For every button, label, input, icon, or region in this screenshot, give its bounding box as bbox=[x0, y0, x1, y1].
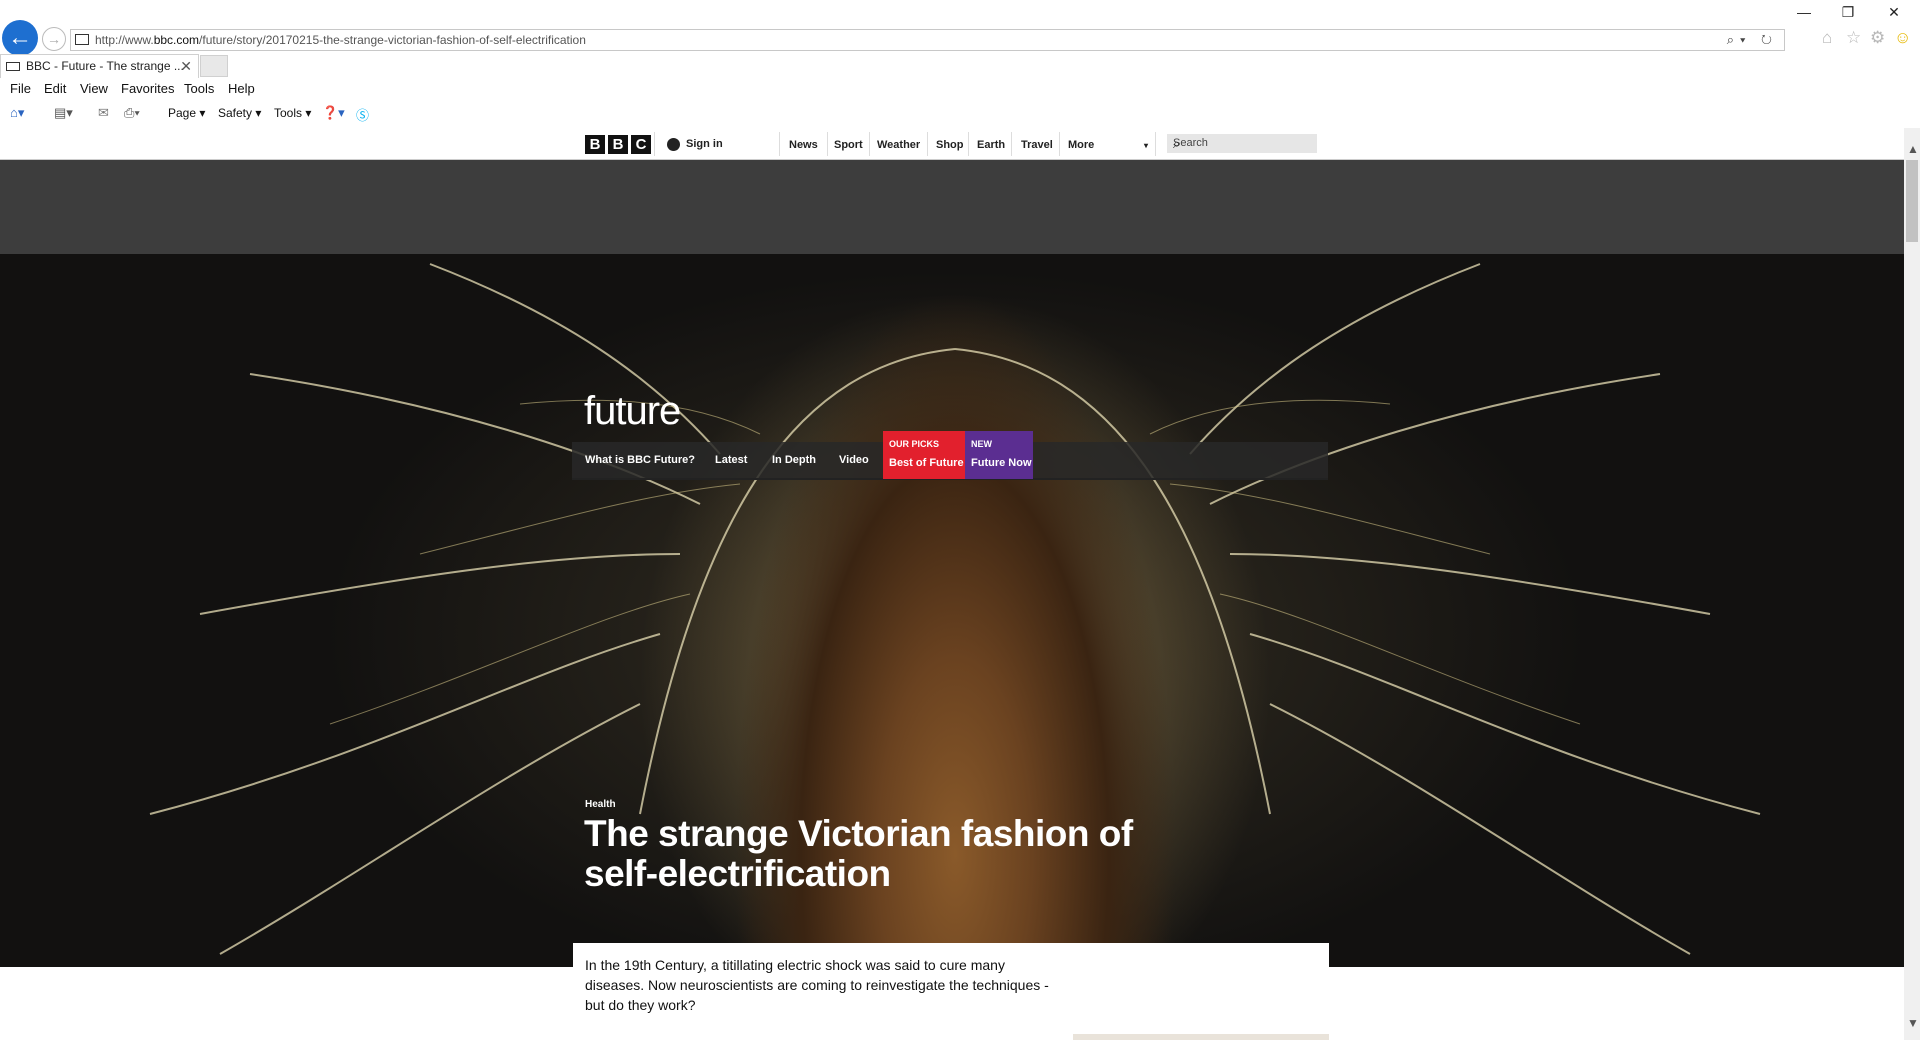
command-bar: ⌂▾ ▤▾ ✉ ⎙▾ Page ▾ Safety ▾ Tools ▾ ❓▾ Ⓢ bbox=[0, 102, 1920, 126]
bbc-logo[interactable]: B B C bbox=[585, 135, 651, 154]
forward-button[interactable]: → bbox=[42, 27, 66, 51]
close-window-button[interactable]: ✕ bbox=[1874, 4, 1914, 21]
search-refresh-icons[interactable]: ⌕▾ ↻ bbox=[1727, 32, 1778, 48]
menu-bar: File Edit View Favorites Tools Help bbox=[0, 78, 1920, 100]
article-summary: In the 19th Century, a titillating elect… bbox=[585, 957, 1049, 1013]
menu-file[interactable]: File bbox=[10, 81, 31, 96]
smiley-feedback-icon[interactable]: ☺ bbox=[1894, 28, 1911, 48]
nav-sport[interactable]: Sport bbox=[834, 139, 863, 151]
help-icon[interactable]: ❓▾ bbox=[322, 105, 345, 121]
print-icon[interactable]: ⎙▾ bbox=[124, 105, 140, 121]
feeds-icon[interactable]: ▤▾ bbox=[54, 105, 73, 121]
article-summary-box: In the 19th Century, a titillating elect… bbox=[573, 943, 1329, 1040]
chevron-down-icon[interactable]: ▾ bbox=[1144, 141, 1148, 150]
nav-shop[interactable]: Shop bbox=[936, 139, 964, 151]
skype-icon[interactable]: Ⓢ bbox=[356, 105, 369, 124]
address-bar[interactable]: http://www.bbc.com/future/story/20170215… bbox=[70, 29, 1785, 51]
menu-edit[interactable]: Edit bbox=[44, 81, 66, 96]
nav-news[interactable]: News bbox=[789, 139, 818, 151]
mail-icon[interactable]: ✉ bbox=[98, 105, 109, 121]
nav-divider bbox=[927, 132, 928, 156]
hero-image: future What is BBC Future? Latest In Dep… bbox=[0, 254, 1904, 967]
tab-favicon bbox=[6, 62, 20, 71]
menu-view[interactable]: View bbox=[80, 81, 108, 96]
back-button[interactable]: ← bbox=[2, 20, 38, 56]
nav-divider bbox=[968, 132, 969, 156]
tab-close-icon[interactable]: ✕ bbox=[180, 58, 192, 75]
inline-image-edge bbox=[1073, 1034, 1329, 1040]
menu-favorites[interactable]: Favorites bbox=[121, 81, 174, 96]
nav-divider bbox=[1011, 132, 1012, 156]
home-icon[interactable]: ⌂ bbox=[1822, 28, 1832, 48]
page-menu-button[interactable]: Page ▾ bbox=[168, 106, 205, 120]
nav-what-is-bbc-future[interactable]: What is BBC Future? bbox=[585, 454, 695, 466]
tab-title: BBC - Future - The strange ... bbox=[26, 59, 184, 73]
sign-in-link[interactable]: Sign in bbox=[667, 134, 723, 154]
nav-divider bbox=[654, 132, 655, 156]
nav-earth[interactable]: Earth bbox=[977, 139, 1005, 151]
nav-divider bbox=[869, 132, 870, 156]
nav-divider bbox=[1155, 132, 1156, 156]
bbc-global-nav: B B C Sign in News Sport Weather Shop Ea… bbox=[0, 128, 1904, 160]
article-headline: The strange Victorian fashion of self-el… bbox=[584, 813, 1133, 894]
nav-video[interactable]: Video bbox=[839, 454, 869, 466]
home-icon[interactable]: ⌂▾ bbox=[10, 105, 24, 121]
minimize-button[interactable]: — bbox=[1784, 4, 1824, 20]
favorites-star-icon[interactable]: ☆ bbox=[1846, 28, 1861, 48]
url-text[interactable]: http://www.bbc.com/future/story/20170215… bbox=[95, 33, 586, 47]
user-icon bbox=[667, 137, 680, 151]
nav-more[interactable]: More bbox=[1068, 139, 1094, 151]
vertical-scrollbar[interactable]: ▲ ▼ bbox=[1904, 128, 1920, 1040]
future-logo[interactable]: future bbox=[584, 389, 681, 434]
browser-titlebar: ← → http://www.bbc.com/future/story/2017… bbox=[0, 0, 1920, 56]
nav-travel[interactable]: Travel bbox=[1021, 139, 1053, 151]
best-of-future-button[interactable]: OUR PICKS Best of Future bbox=[883, 431, 965, 479]
article-category[interactable]: Health bbox=[585, 799, 616, 810]
settings-gear-icon[interactable]: ⚙ bbox=[1870, 28, 1885, 48]
page-viewport: B B C Sign in News Sport Weather Shop Ea… bbox=[0, 128, 1904, 1040]
tools-menu-button[interactable]: Tools ▾ bbox=[274, 106, 311, 120]
safety-menu-button[interactable]: Safety ▾ bbox=[218, 106, 261, 120]
scrollbar-thumb[interactable] bbox=[1906, 160, 1918, 242]
nav-divider bbox=[1059, 132, 1060, 156]
search-icon[interactable]: ⌕ bbox=[1173, 136, 1311, 152]
browser-tab-active[interactable]: BBC - Future - The strange ... ✕ bbox=[0, 54, 199, 78]
arrow-left-icon: ← bbox=[8, 24, 32, 51]
search-input[interactable]: Search ⌕ bbox=[1167, 134, 1317, 153]
menu-help[interactable]: Help bbox=[228, 81, 255, 96]
scroll-down-icon[interactable]: ▼ bbox=[1907, 1016, 1919, 1030]
nav-latest[interactable]: Latest bbox=[715, 454, 747, 466]
future-now-button[interactable]: NEW Future Now bbox=[965, 431, 1033, 479]
new-tab-button[interactable] bbox=[200, 55, 228, 77]
arrow-right-icon: → bbox=[47, 31, 61, 47]
scroll-up-icon[interactable]: ▲ bbox=[1907, 142, 1919, 156]
advertisement-banner bbox=[0, 160, 1904, 256]
nav-divider bbox=[827, 132, 828, 156]
nav-weather[interactable]: Weather bbox=[877, 139, 920, 151]
nav-in-depth[interactable]: In Depth bbox=[772, 454, 816, 466]
restore-button[interactable]: ❐ bbox=[1828, 4, 1868, 21]
nav-divider bbox=[779, 132, 780, 156]
menu-tools[interactable]: Tools bbox=[184, 81, 214, 96]
site-favicon bbox=[75, 34, 89, 45]
